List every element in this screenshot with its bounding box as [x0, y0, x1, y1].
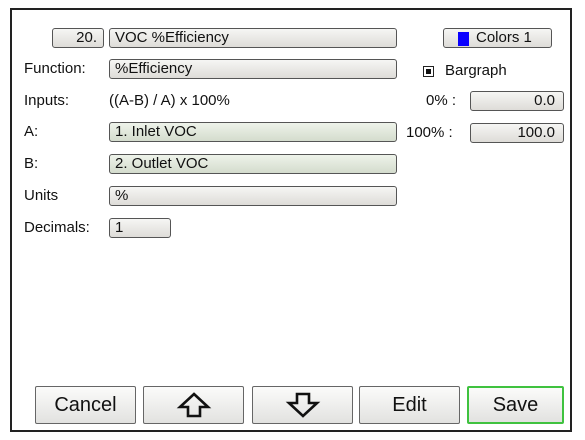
colors-button[interactable]: Colors 1	[443, 28, 552, 48]
range-low-field[interactable]: 0.0	[470, 91, 564, 111]
edit-button-label: Edit	[392, 393, 427, 416]
range-high-field[interactable]: 100.0	[470, 123, 564, 143]
move-up-button[interactable]	[143, 386, 244, 424]
cancel-button[interactable]: Cancel	[35, 386, 136, 424]
input-a-label: A:	[24, 123, 39, 140]
bargraph-label: Bargraph	[445, 62, 507, 79]
channel-config-panel: 20. VOC %Efficiency Colors 1 Function: %…	[10, 8, 572, 432]
bargraph-checkbox[interactable]	[423, 66, 434, 77]
channel-number-field[interactable]: 20.	[52, 28, 104, 48]
arrow-down-icon	[285, 392, 320, 418]
edit-button[interactable]: Edit	[359, 386, 460, 424]
colors-button-label: Colors 1	[476, 29, 532, 46]
inputs-label: Inputs:	[24, 92, 70, 109]
move-down-button[interactable]	[252, 386, 353, 424]
range-low-label: 0% :	[426, 92, 457, 109]
input-b-label: B:	[24, 155, 39, 172]
input-a-field[interactable]: 1. Inlet VOC	[109, 122, 397, 142]
decimals-label: Decimals:	[24, 219, 90, 236]
function-field[interactable]: %Efficiency	[109, 59, 397, 79]
units-label: Units	[24, 187, 59, 204]
save-button-label: Save	[492, 393, 539, 416]
range-high-label: 100% :	[406, 124, 453, 141]
color-swatch	[458, 32, 469, 46]
channel-name-field[interactable]: VOC %Efficiency	[109, 28, 397, 48]
units-field[interactable]: %	[109, 186, 397, 206]
input-b-field[interactable]: 2. Outlet VOC	[109, 154, 397, 174]
arrow-up-icon	[176, 392, 211, 418]
inputs-formula: ((A-B) / A) x 100%	[109, 92, 230, 109]
cancel-button-label: Cancel	[54, 393, 117, 416]
decimals-field[interactable]: 1	[109, 218, 171, 238]
save-button[interactable]: Save	[467, 386, 564, 424]
function-label: Function:	[24, 60, 86, 77]
